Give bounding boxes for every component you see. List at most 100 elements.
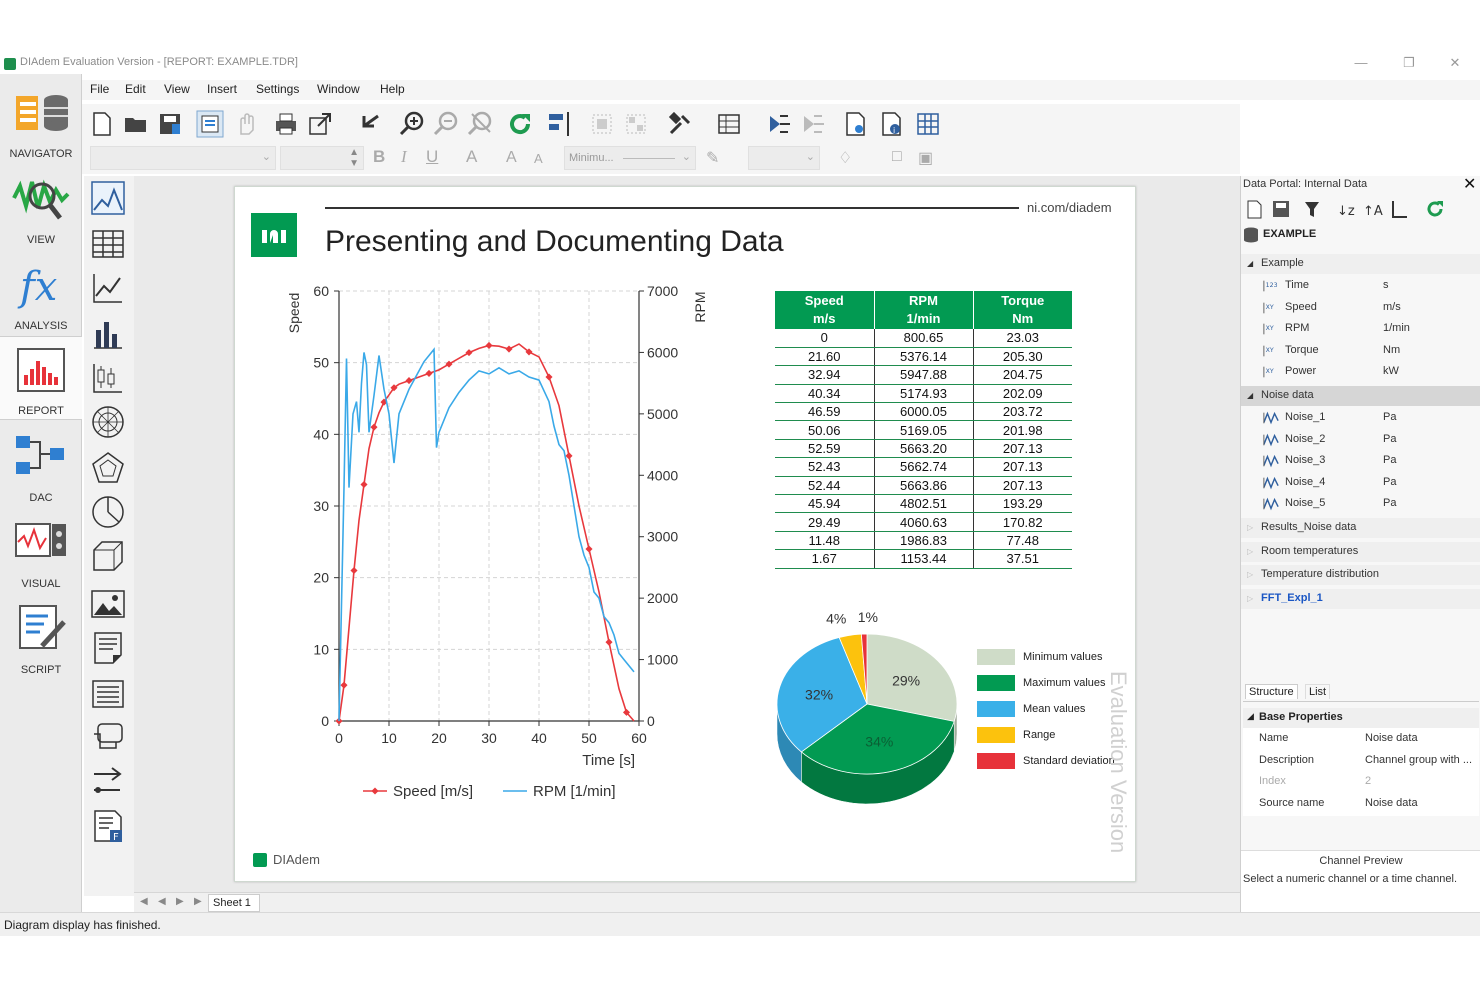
- table-icon[interactable]: [90, 226, 126, 262]
- open-folder-icon[interactable]: [122, 110, 150, 138]
- tree-group[interactable]: ◢ Noise data: [1241, 386, 1480, 406]
- menu-help[interactable]: Help: [380, 82, 405, 96]
- tab-list[interactable]: List: [1305, 684, 1331, 699]
- properties-header[interactable]: ◢ Base Properties: [1243, 708, 1479, 728]
- page-settings-icon[interactable]: [842, 110, 870, 138]
- first-sheet-icon[interactable]: ◀: [140, 896, 148, 907]
- nav-script[interactable]: SCRIPT: [0, 594, 82, 678]
- tree-channel[interactable]: XY Power kW: [1241, 362, 1480, 382]
- hand-icon[interactable]: [232, 110, 260, 138]
- nav-analysis[interactable]: fx ANALYSIS: [0, 250, 82, 334]
- grid-icon[interactable]: [914, 110, 942, 138]
- report-sheet[interactable]: ni.com/diadem Presenting and Documenting…: [234, 186, 1136, 882]
- design-mode-icon[interactable]: [196, 110, 224, 138]
- expanded-icon[interactable]: ◢: [1247, 391, 1253, 400]
- increase-font-icon[interactable]: A: [506, 149, 517, 167]
- bar-chart-icon[interactable]: [90, 316, 126, 352]
- table-layout-icon[interactable]: [716, 110, 744, 138]
- zoom-out-icon[interactable]: [432, 110, 460, 138]
- refresh-icon[interactable]: [506, 110, 534, 138]
- send-back-icon[interactable]: ▣: [918, 148, 933, 168]
- menu-view[interactable]: View: [164, 82, 190, 96]
- picture-icon[interactable]: [90, 586, 126, 622]
- property-row[interactable]: Index 2: [1243, 771, 1479, 792]
- nav-dac[interactable]: DAC: [0, 422, 82, 506]
- property-row[interactable]: Source name Noise data: [1243, 793, 1479, 814]
- menu-edit[interactable]: Edit: [125, 82, 146, 96]
- restore-button[interactable]: ❐: [1394, 54, 1424, 72]
- menu-window[interactable]: Window: [317, 82, 360, 96]
- polar-plot-icon[interactable]: [90, 404, 126, 440]
- tree-group[interactable]: ▷ Results_Noise data: [1241, 518, 1480, 538]
- collapsed-icon[interactable]: ▷: [1247, 594, 1253, 603]
- script-file-icon[interactable]: F: [90, 808, 126, 844]
- line-width-combo[interactable]: ⌄: [748, 146, 820, 170]
- zoom-reset-icon[interactable]: [466, 110, 494, 138]
- expanded-icon[interactable]: ◢: [1247, 259, 1253, 268]
- tree-channel[interactable]: Noise_5 Pa: [1241, 494, 1480, 514]
- next-sheet-icon[interactable]: ▶: [176, 896, 184, 907]
- tab-structure[interactable]: Structure: [1245, 684, 1298, 699]
- undo-icon[interactable]: [356, 110, 384, 138]
- tree-channel[interactable]: Noise_1 Pa: [1241, 408, 1480, 428]
- tree-channel[interactable]: 123 Time s: [1241, 276, 1480, 296]
- menu-settings[interactable]: Settings: [256, 82, 299, 96]
- pie-chart-icon[interactable]: [90, 494, 126, 530]
- nav-report[interactable]: REPORT: [0, 336, 82, 420]
- tree-channel[interactable]: XY Torque Nm: [1241, 341, 1480, 361]
- page-info-icon[interactable]: i: [878, 110, 906, 138]
- bold-icon[interactable]: B: [373, 147, 385, 167]
- run-script-icon[interactable]: [766, 110, 794, 138]
- property-row[interactable]: Name Noise data: [1243, 728, 1479, 749]
- save-icon[interactable]: [156, 110, 184, 138]
- prev-sheet-icon[interactable]: ◀: [158, 896, 166, 907]
- box-plot-icon[interactable]: [90, 360, 126, 396]
- property-row[interactable]: Description Channel group with ...: [1243, 750, 1479, 771]
- tree-group[interactable]: ▷ FFT_Expl_1: [1241, 588, 1480, 609]
- menu-file[interactable]: File: [90, 82, 109, 96]
- tree-group[interactable]: ◢ Example: [1241, 254, 1480, 274]
- radar-plot-icon[interactable]: [90, 450, 126, 486]
- statistics-pie-chart[interactable]: 29% 34% 32% 4% 1%: [769, 612, 969, 812]
- last-sheet-icon[interactable]: ▶: [194, 896, 202, 907]
- nav-navigator[interactable]: NAVIGATOR: [0, 78, 82, 162]
- bring-front-icon[interactable]: □: [892, 148, 902, 166]
- pen-icon[interactable]: ✎: [706, 148, 719, 168]
- group-icon[interactable]: [588, 110, 616, 138]
- font-name-combo[interactable]: ⌄: [90, 146, 276, 170]
- tree-group[interactable]: ▷ Temperature distribution: [1241, 565, 1480, 585]
- comment-icon[interactable]: [90, 720, 126, 756]
- line-style-combo[interactable]: Minimu... ⌄: [564, 146, 696, 170]
- tree-channel[interactable]: Noise_2 Pa: [1241, 430, 1480, 450]
- print-icon[interactable]: [272, 110, 300, 138]
- root-node[interactable]: EXAMPLE: [1243, 226, 1479, 244]
- underline-icon[interactable]: U: [426, 147, 438, 167]
- ungroup-icon[interactable]: [622, 110, 650, 138]
- italic-icon[interactable]: I: [401, 147, 407, 167]
- list-icon[interactable]: [90, 676, 126, 712]
- line-chart-icon[interactable]: [90, 270, 126, 306]
- speed-rpm-line-chart[interactable]: 0 10 20 30 40 50 60010203040506001000200030004…: [275, 275, 725, 825]
- tools-icon[interactable]: [666, 110, 694, 138]
- 2d-axis-system-icon[interactable]: [90, 180, 126, 216]
- collapsed-icon[interactable]: ▷: [1247, 547, 1253, 556]
- tree-channel[interactable]: Noise_3 Pa: [1241, 451, 1480, 471]
- font-color-icon[interactable]: A: [466, 147, 477, 167]
- minimize-button[interactable]: —: [1346, 54, 1376, 72]
- text-icon[interactable]: [90, 630, 126, 666]
- fill-color-icon[interactable]: ♢: [838, 148, 852, 168]
- tree-channel[interactable]: XY RPM 1/min: [1241, 319, 1480, 339]
- decrease-font-icon[interactable]: A: [534, 151, 543, 166]
- collapsed-icon[interactable]: ▷: [1247, 570, 1253, 579]
- collapsed-icon[interactable]: ▷: [1247, 523, 1253, 532]
- tab-sheet-1[interactable]: Sheet 1: [208, 894, 260, 912]
- nav-view[interactable]: VIEW: [0, 164, 82, 248]
- arrows-icon[interactable]: [90, 764, 126, 800]
- zoom-in-icon[interactable]: [398, 110, 426, 138]
- menu-insert[interactable]: Insert: [207, 82, 237, 96]
- close-button[interactable]: ✕: [1440, 54, 1470, 72]
- 3d-axis-icon[interactable]: [90, 538, 126, 574]
- tree-channel[interactable]: XY Speed m/s: [1241, 298, 1480, 318]
- font-size-spinner[interactable]: ▲ ▼: [280, 146, 364, 170]
- tree-channel[interactable]: Noise_4 Pa: [1241, 473, 1480, 493]
